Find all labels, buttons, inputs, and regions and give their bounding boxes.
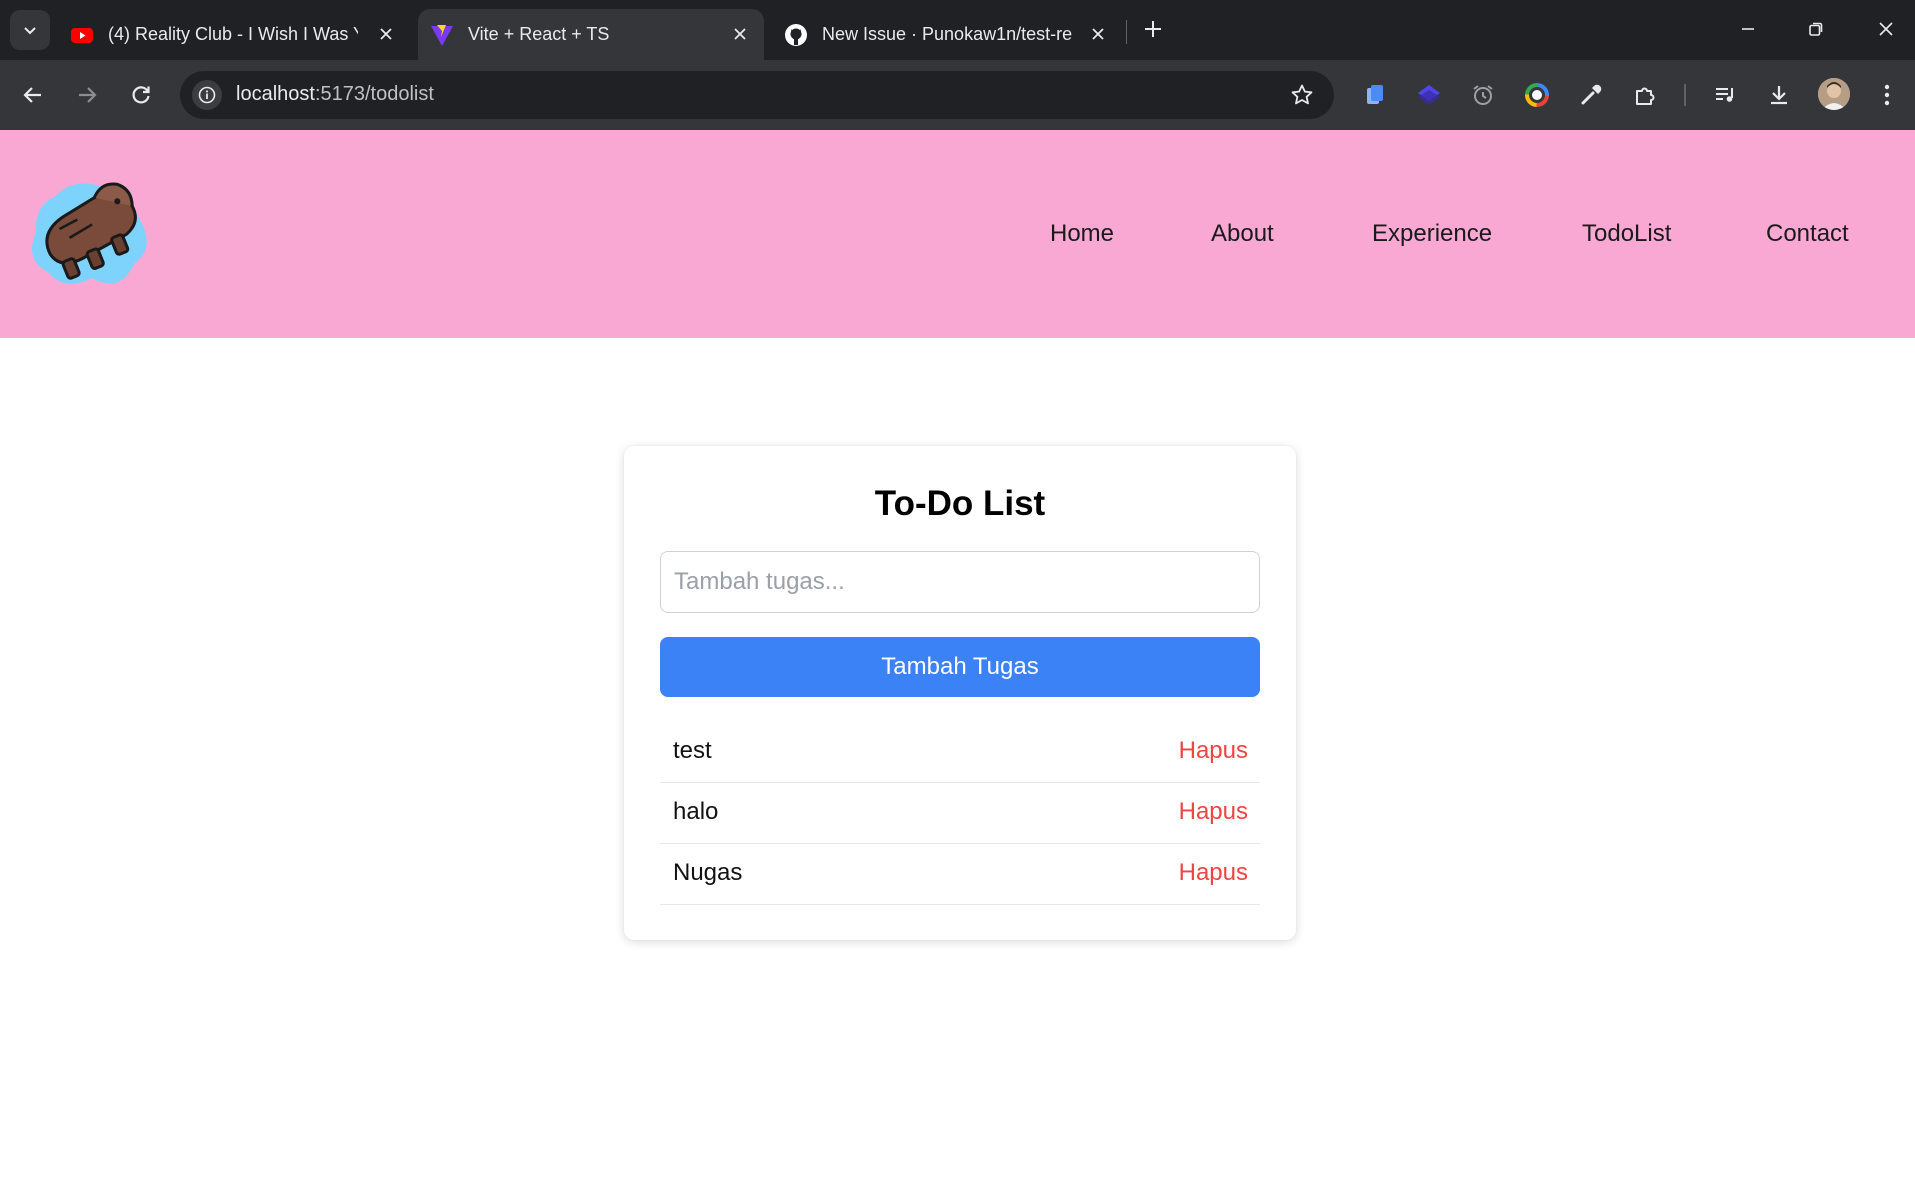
close-tab-icon[interactable] — [376, 24, 396, 44]
close-tab-icon[interactable] — [1088, 24, 1108, 44]
task-text: halo — [673, 798, 719, 825]
nav-home[interactable]: Home — [1050, 220, 1114, 248]
github-icon — [785, 23, 807, 46]
new-tab-button[interactable] — [1138, 14, 1168, 44]
task-list: test Hapus halo Hapus Nugas Hapus — [660, 722, 1260, 905]
todo-title: To-Do List — [874, 484, 1046, 523]
close-window-button[interactable] — [1866, 12, 1906, 46]
forward-arrow-icon — [79, 87, 97, 103]
tab-divider — [1126, 20, 1127, 44]
delete-task-button[interactable]: Hapus — [1179, 859, 1248, 887]
minimize-icon — [1742, 28, 1754, 30]
nav-contact[interactable]: Contact — [1766, 220, 1849, 248]
browser-menu-icon[interactable] — [1872, 80, 1902, 110]
close-tab-icon[interactable] — [730, 24, 750, 44]
site-header: Home About Experience TodoList Contact — [0, 130, 1915, 338]
task-input[interactable] — [660, 551, 1260, 613]
bookmark-star-icon[interactable] — [1290, 83, 1314, 107]
extensions-puzzle-icon[interactable] — [1630, 80, 1660, 110]
nav-about[interactable]: About — [1211, 220, 1274, 248]
tab-youtube[interactable]: (4) Reality Club - I Wish I Was Yo — [70, 9, 410, 60]
delete-task-button[interactable]: Hapus — [1179, 737, 1248, 765]
tab-title: Vite + React + TS — [468, 24, 610, 44]
extension-eyedropper-icon[interactable] — [1576, 80, 1606, 110]
forward-button[interactable] — [68, 76, 106, 114]
extension-files-icon[interactable] — [1360, 80, 1390, 110]
tab-github[interactable]: New Issue · Punokaw1n/test-rea — [784, 9, 1122, 60]
site-info-icon[interactable] — [192, 80, 222, 110]
toolbar-divider — [1684, 84, 1686, 106]
tab-vite[interactable]: Vite + React + TS — [418, 9, 764, 60]
task-item: test Hapus — [660, 722, 1260, 783]
nav-todolist[interactable]: TodoList — [1582, 220, 1671, 248]
restore-button[interactable] — [1796, 12, 1836, 46]
media-controls-icon[interactable] — [1710, 80, 1740, 110]
logo-image[interactable] — [22, 168, 156, 294]
task-text: test — [673, 737, 712, 764]
chevron-down-icon — [24, 27, 36, 35]
address-url[interactable]: localhost:5173/todolist — [236, 83, 434, 106]
close-icon — [1879, 22, 1893, 36]
delete-task-button[interactable]: Hapus — [1179, 798, 1248, 826]
url-path: :5173/todolist — [314, 83, 434, 105]
reload-button[interactable] — [122, 76, 160, 114]
add-task-button[interactable]: Tambah Tugas — [660, 637, 1260, 697]
nav-experience[interactable]: Experience — [1372, 220, 1492, 248]
extension-alarm-icon[interactable] — [1468, 80, 1498, 110]
tab-title: New Issue · Punokaw1n/test-rea — [822, 24, 1072, 44]
plus-icon — [1145, 21, 1161, 37]
tab-title: (4) Reality Club - I Wish I Was Yo — [108, 24, 358, 44]
downloads-icon[interactable] — [1764, 80, 1794, 110]
extension-color-ring-icon[interactable] — [1522, 80, 1552, 110]
vite-icon — [431, 24, 453, 46]
profile-avatar[interactable] — [1818, 78, 1850, 110]
back-arrow-icon — [23, 87, 41, 103]
youtube-icon — [71, 27, 93, 43]
task-item: Nugas Hapus — [660, 844, 1260, 905]
extension-layers-icon[interactable] — [1414, 80, 1444, 110]
url-host: localhost — [236, 83, 315, 105]
address-bar[interactable]: localhost:5173/todolist — [180, 71, 1334, 119]
restore-icon — [1809, 22, 1823, 36]
todo-card: To-Do List Tambah Tugas test Hapus halo … — [624, 446, 1296, 940]
task-item: halo Hapus — [660, 783, 1260, 844]
reload-icon — [132, 86, 150, 104]
minimize-button[interactable] — [1728, 12, 1768, 46]
browser-tabstrip: (4) Reality Club - I Wish I Was Yo Vite … — [0, 0, 1915, 60]
task-text: Nugas — [673, 859, 743, 886]
back-button[interactable] — [14, 76, 52, 114]
tab-search-button[interactable] — [10, 10, 50, 50]
browser-toolbar: localhost:5173/todolist — [0, 60, 1915, 130]
